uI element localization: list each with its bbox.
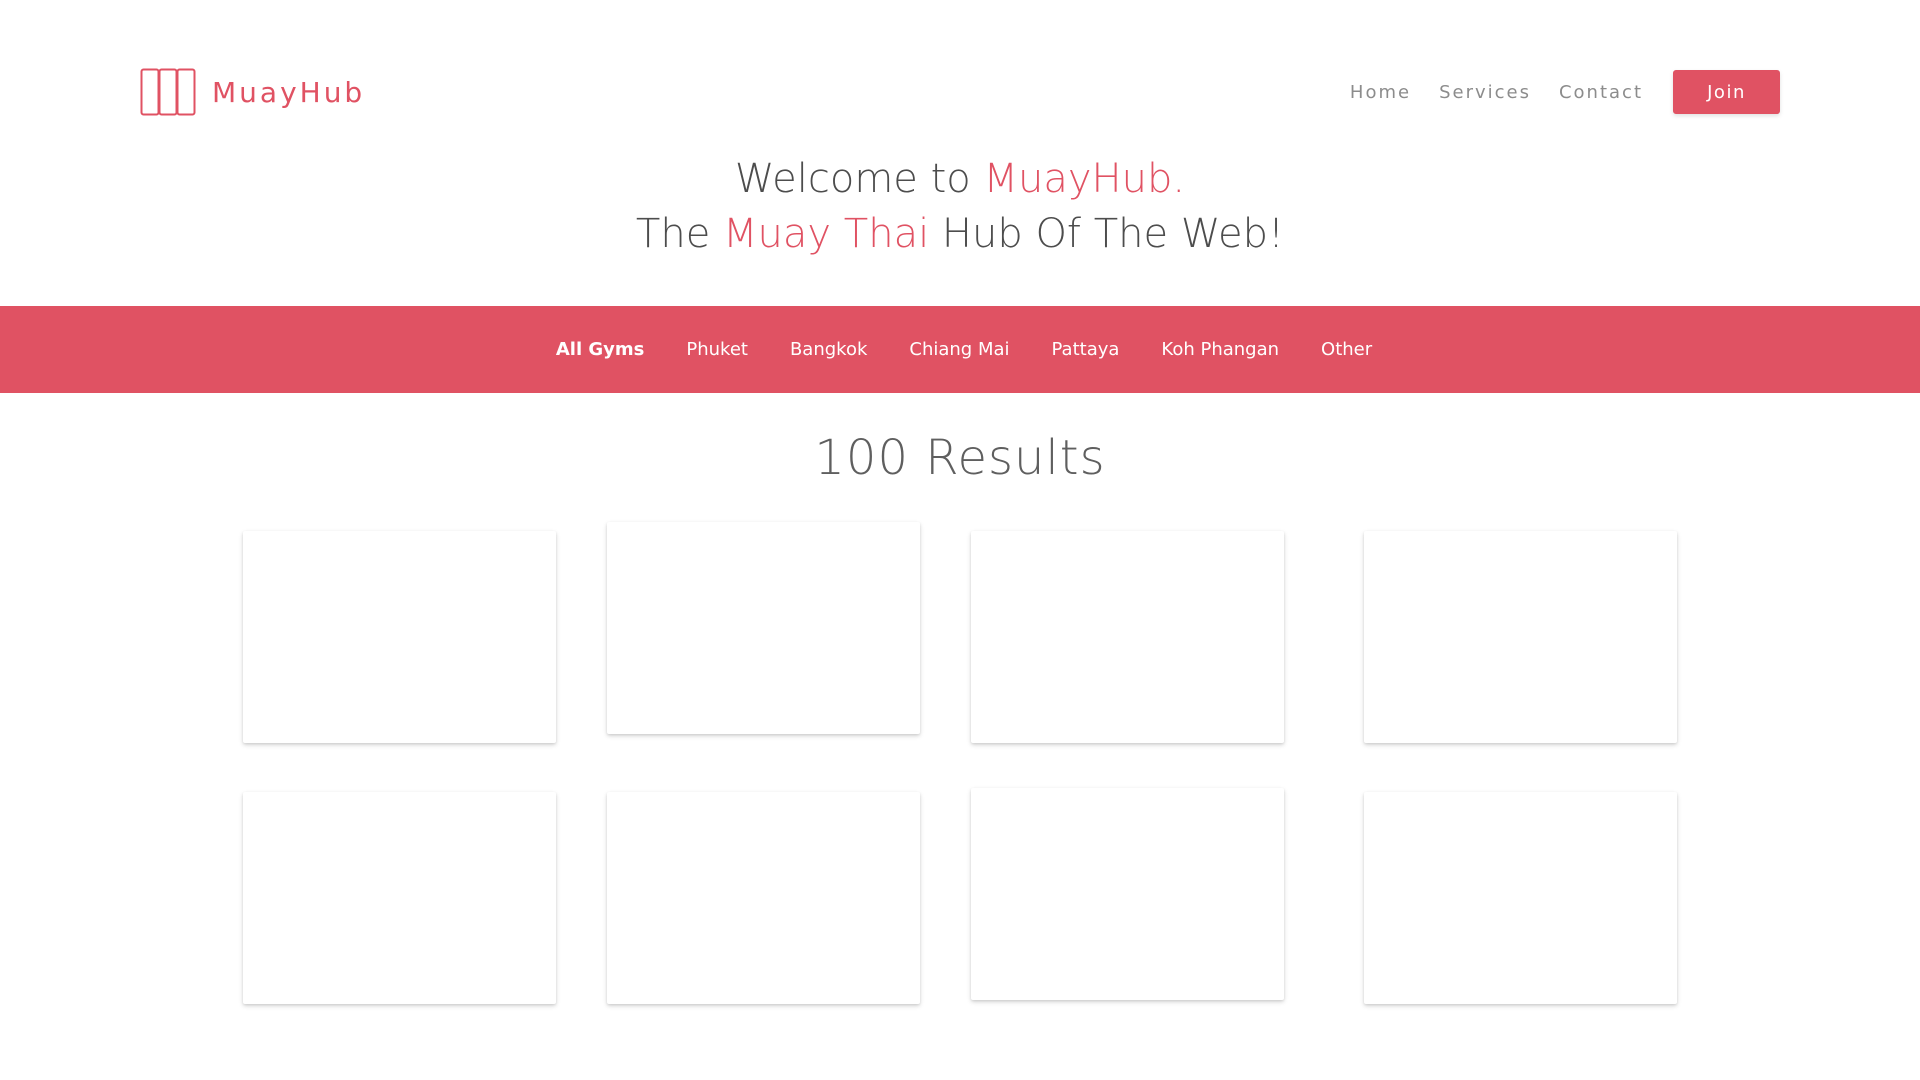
tab-chiang-mai[interactable]: Chiang Mai [909, 339, 1009, 360]
hero-line-1: Welcome to MuayHub. [0, 152, 1920, 207]
logo-icon [140, 68, 196, 116]
tab-all-gyms[interactable]: All Gyms [556, 339, 645, 360]
nav-contact-link[interactable]: Contact [1559, 82, 1643, 103]
gym-card[interactable] [971, 531, 1284, 743]
gym-card[interactable] [607, 522, 920, 734]
hero-muay-thai-accent: Muay Thai [723, 211, 930, 257]
tab-bangkok[interactable]: Bangkok [790, 339, 867, 360]
main-nav: Home Services Contact Join [1350, 70, 1780, 114]
nav-home-link[interactable]: Home [1350, 82, 1411, 103]
hero-line-1-text: Welcome to [734, 156, 984, 202]
location-filter-bar: All Gyms Phuket Bangkok Chiang Mai Patta… [0, 306, 1920, 393]
nav-services-link[interactable]: Services [1439, 82, 1531, 103]
page: MuayHub Home Services Contact Join Welco… [0, 0, 1920, 1080]
tab-koh-phangan[interactable]: Koh Phangan [1161, 339, 1279, 360]
tab-other[interactable]: Other [1321, 339, 1372, 360]
gym-card[interactable] [971, 788, 1284, 1000]
gym-card[interactable] [1364, 792, 1677, 1004]
tab-pattaya[interactable]: Pattaya [1052, 339, 1120, 360]
join-button[interactable]: Join [1673, 70, 1780, 114]
gym-card[interactable] [243, 792, 556, 1004]
results-count: 100 Results [814, 430, 1106, 486]
brand-name: MuayHub [212, 75, 366, 109]
hero-line-2: The Muay Thai Hub Of The Web! [0, 207, 1920, 262]
site-header: MuayHub Home Services Contact Join [140, 68, 1780, 116]
gym-card[interactable] [1364, 531, 1677, 743]
gym-card[interactable] [243, 531, 556, 743]
hero-heading: Welcome to MuayHub. The Muay Thai Hub Of… [0, 152, 1920, 262]
hero-line-2-prefix: The [635, 211, 724, 257]
logo-link[interactable]: MuayHub [140, 68, 365, 116]
location-tabs: All Gyms Phuket Bangkok Chiang Mai Patta… [556, 339, 1372, 360]
hero-brand-accent: MuayHub. [983, 156, 1186, 202]
gym-card[interactable] [607, 792, 920, 1004]
hero-line-2-suffix: Hub Of The Web! [929, 211, 1285, 257]
tab-phuket[interactable]: Phuket [686, 339, 748, 360]
